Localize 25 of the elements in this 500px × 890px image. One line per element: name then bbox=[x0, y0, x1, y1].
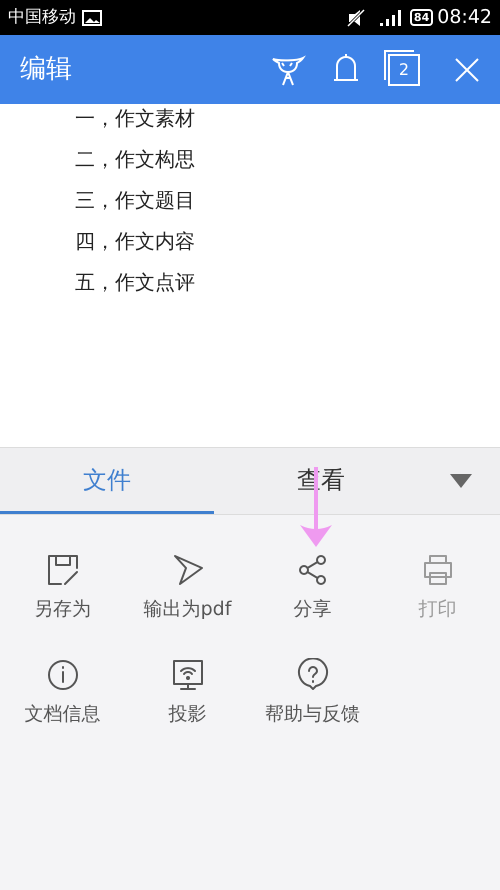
image-icon bbox=[82, 10, 102, 26]
mute-icon bbox=[346, 8, 366, 26]
header-title: 编辑 bbox=[20, 53, 72, 86]
menu-item[interactable]: 分享 bbox=[250, 553, 375, 624]
menu-item[interactable]: 输出为pdf bbox=[125, 553, 250, 624]
close-icon[interactable] bbox=[454, 56, 480, 82]
tab[interactable]: 文件 bbox=[0, 448, 214, 514]
clock-time: 08:42 bbox=[437, 5, 492, 30]
signal-icon bbox=[380, 10, 402, 26]
document-line: 二，作文构思 bbox=[75, 147, 196, 171]
menu-item[interactable]: 另存为 bbox=[0, 553, 125, 624]
document-line: 一，作文素材 bbox=[75, 106, 196, 130]
menu-item[interactable]: 文档信息 bbox=[0, 658, 125, 728]
info-icon bbox=[46, 658, 80, 692]
battery-level: 84 bbox=[410, 9, 434, 26]
document-line: 三，作文题目 bbox=[75, 188, 196, 212]
carrier-name: 中国移动 bbox=[8, 6, 76, 29]
wifi-monitor-icon bbox=[170, 658, 204, 692]
menu-item[interactable]: 投影 bbox=[125, 658, 250, 728]
help-icon bbox=[296, 658, 330, 692]
menu-item[interactable]: 帮助与反馈 bbox=[250, 658, 375, 728]
dropdown-icon[interactable] bbox=[450, 474, 472, 488]
document-line: 四，作文内容 bbox=[75, 229, 196, 253]
save-icon bbox=[46, 553, 80, 587]
document-line: 五，作文点评 bbox=[75, 270, 196, 294]
